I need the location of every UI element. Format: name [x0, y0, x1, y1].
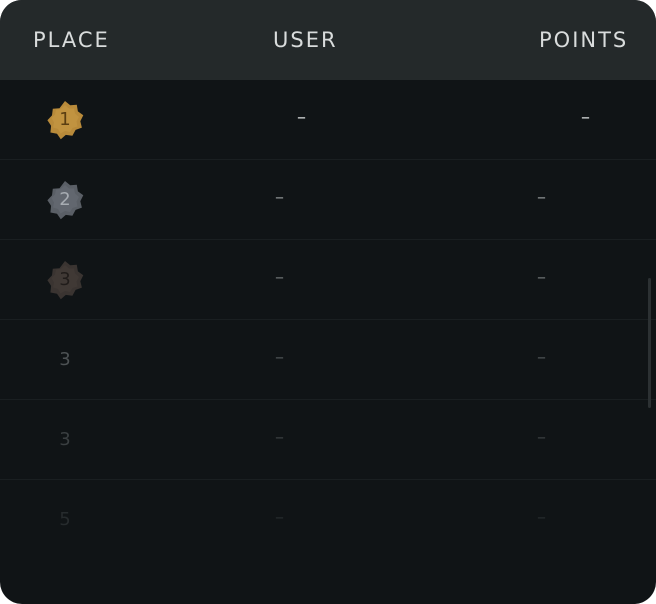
points-value: –: [537, 427, 546, 448]
user-value: –: [297, 107, 306, 128]
user-column-header: USER: [273, 28, 338, 52]
points-column-header: POINTS: [539, 28, 629, 52]
user-value: –: [275, 507, 284, 528]
gold-medal-icon: 1: [45, 100, 85, 140]
place-number: 5: [59, 509, 71, 530]
place-number: 1: [59, 109, 71, 130]
user-value: –: [275, 187, 284, 208]
place-number: 3: [59, 349, 71, 370]
points-value: –: [537, 347, 546, 368]
table-row: 5 – –: [0, 480, 656, 560]
points-value: –: [537, 267, 546, 288]
scrollbar[interactable]: [648, 278, 651, 408]
points-value: –: [537, 507, 546, 528]
place-number: 3: [59, 429, 71, 450]
points-value: –: [537, 187, 546, 208]
place-number: 2: [59, 189, 71, 210]
table-row: 3 – –: [0, 320, 656, 400]
leaderboard-header: PLACE USER POINTS: [0, 0, 656, 80]
place-number: 3: [59, 269, 71, 290]
silver-medal-icon: 2: [45, 180, 85, 220]
table-row: 3 – –: [0, 240, 656, 320]
user-value: –: [275, 347, 284, 368]
user-value: –: [275, 427, 284, 448]
points-value: –: [581, 107, 590, 128]
place-column-header: PLACE: [33, 28, 110, 52]
user-value: –: [275, 267, 284, 288]
table-row: 2 – –: [0, 160, 656, 240]
table-row: 1 – –: [0, 80, 656, 160]
table-row: 3 – –: [0, 400, 656, 480]
leaderboard-panel: PLACE USER POINTS 1 – – 2 – – 3 – – 3 – …: [0, 0, 656, 604]
bronze-medal-icon: 3: [45, 260, 85, 300]
